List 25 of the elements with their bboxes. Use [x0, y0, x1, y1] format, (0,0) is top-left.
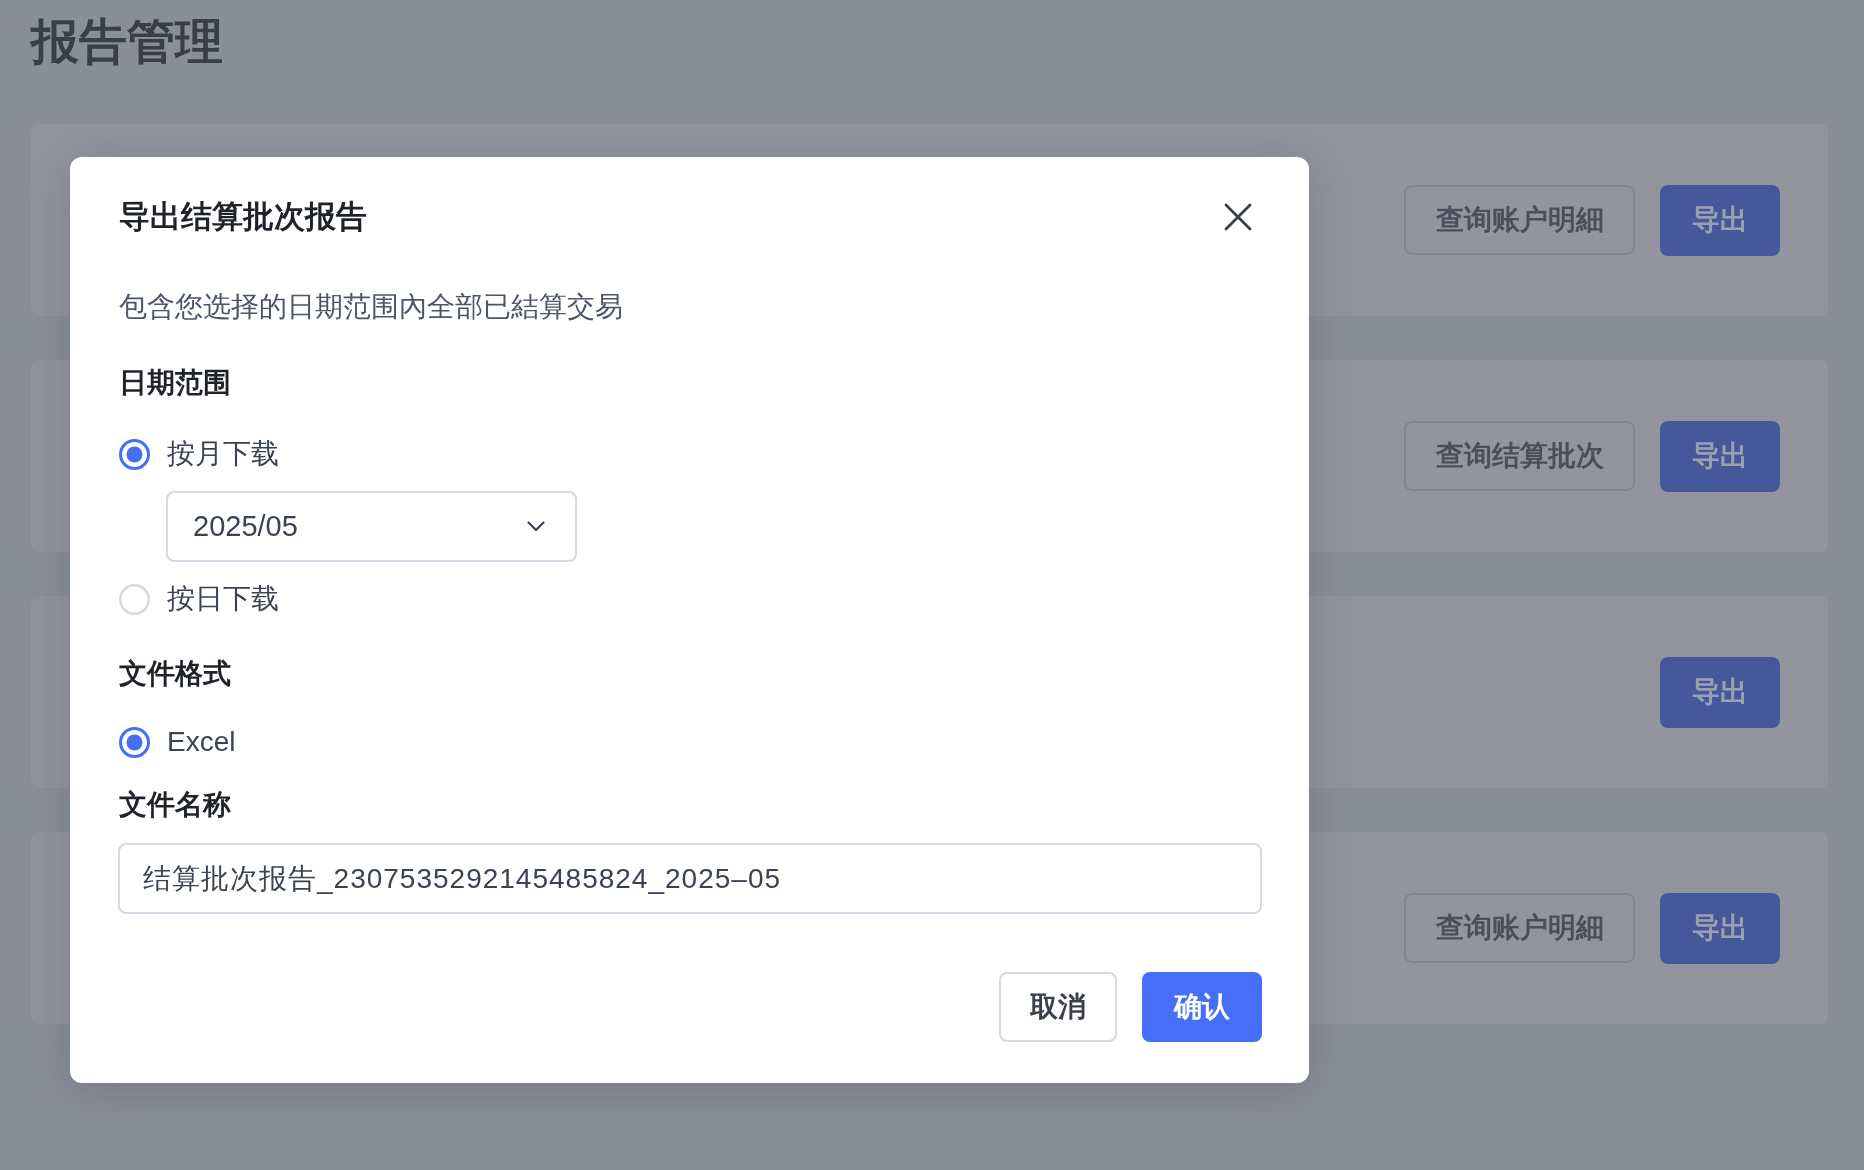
query-button[interactable]: 查询结算批次 [1404, 421, 1635, 491]
page-title: 报告管理 [31, 14, 223, 70]
cancel-button[interactable]: 取消 [999, 972, 1117, 1042]
export-button[interactable]: 导出 [1660, 656, 1780, 728]
confirm-button[interactable]: 确认 [1142, 972, 1262, 1042]
section-label: 文件格式 [119, 657, 231, 691]
radio-label[interactable]: 按月下载 [167, 434, 279, 474]
export-button[interactable]: 导出 [1660, 420, 1780, 492]
section-label: 文件名称 [119, 788, 231, 822]
radio-button[interactable] [119, 726, 150, 758]
dialog-title: 导出结算批次报告 [119, 198, 367, 236]
close-button[interactable] [1224, 203, 1252, 231]
chevron-down-icon [527, 521, 545, 532]
query-button[interactable]: 查询账户明細 [1404, 893, 1635, 963]
section-label: 日期范围 [119, 366, 231, 400]
radio-button[interactable] [119, 438, 150, 470]
month-select[interactable]: 2025/05 [166, 491, 577, 562]
file-name-input[interactable]: 结算批次报告_2307535292145485824_2025–05 [118, 843, 1262, 914]
export-button[interactable]: 导出 [1660, 892, 1780, 964]
radio-label[interactable]: 按日下载 [167, 579, 279, 619]
close-icon [1224, 203, 1252, 231]
dialog-description: 包含您选择的日期范围內全部已結算交易 [119, 290, 623, 324]
query-button[interactable]: 查询账户明細 [1404, 185, 1635, 255]
radio-label[interactable]: Excel [167, 722, 236, 762]
export-button[interactable]: 导出 [1660, 184, 1780, 256]
